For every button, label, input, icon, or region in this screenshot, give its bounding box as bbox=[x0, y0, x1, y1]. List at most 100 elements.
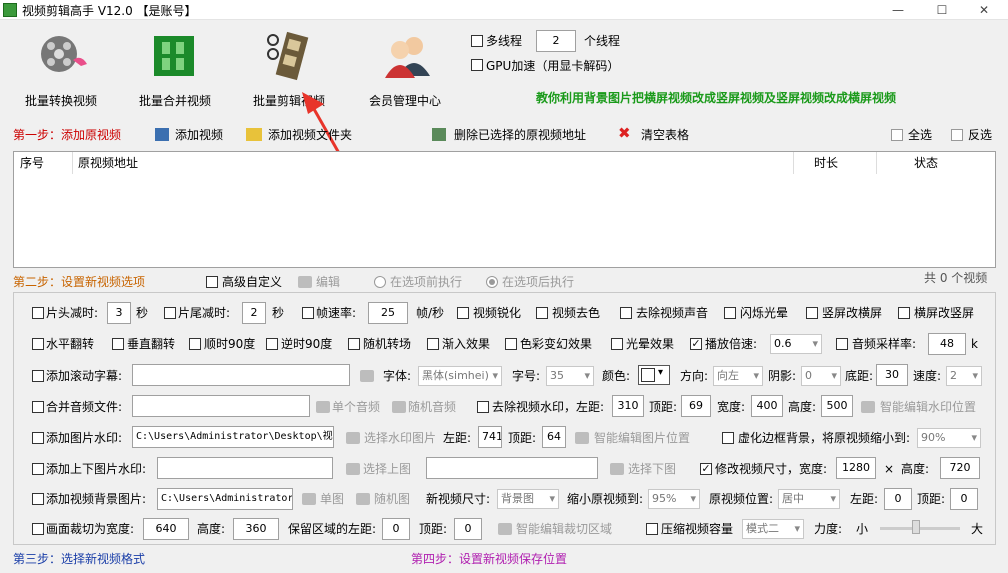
threads-input[interactable]: 2 bbox=[536, 30, 576, 52]
watermark-left-input[interactable]: 310 bbox=[612, 395, 644, 417]
sample-rate-input[interactable]: 48 bbox=[928, 333, 966, 355]
random-transition-checkbox[interactable] bbox=[348, 338, 360, 350]
scroll-text-input[interactable] bbox=[132, 364, 350, 386]
image-wm-left-input[interactable]: 741 bbox=[478, 426, 502, 448]
compress-checkbox[interactable] bbox=[646, 523, 658, 535]
crop-top-input[interactable]: 0 bbox=[454, 518, 482, 540]
fps-input[interactable]: 25 bbox=[368, 302, 408, 324]
bg-image-checkbox[interactable] bbox=[32, 493, 44, 505]
tail-cut-checkbox[interactable] bbox=[164, 307, 176, 319]
batch-convert-button[interactable]: 批量转换视频 bbox=[25, 30, 110, 110]
flash-checkbox[interactable] bbox=[724, 307, 736, 319]
bg-top-input[interactable]: 0 bbox=[950, 488, 978, 510]
add-folder-button[interactable]: 添加视频文件夹 bbox=[268, 128, 352, 142]
upper-image-input[interactable] bbox=[157, 457, 333, 479]
image-wm-top-input[interactable]: 64 bbox=[542, 426, 566, 448]
color-change-checkbox[interactable] bbox=[505, 338, 517, 350]
random-audio-button[interactable]: 随机音频 bbox=[408, 400, 456, 414]
crop-left-input[interactable]: 0 bbox=[382, 518, 410, 540]
advanced-checkbox[interactable] bbox=[206, 276, 218, 288]
image-watermark-checkbox[interactable] bbox=[32, 432, 44, 444]
halo-checkbox[interactable] bbox=[611, 338, 623, 350]
resize-width-input[interactable]: 1280 bbox=[836, 457, 876, 479]
v2h-checkbox[interactable] bbox=[806, 307, 818, 319]
add-video-button[interactable]: 添加视频 bbox=[175, 128, 223, 142]
bg-image-path[interactable]: C:\Users\Administrator bbox=[157, 488, 293, 510]
gpu-checkbox[interactable] bbox=[471, 59, 483, 71]
color-picker[interactable]: ▾ bbox=[638, 365, 670, 385]
tutorial-link[interactable]: 教你利用背景图片把横屏视频改成竖屏视频及竖屏视频改成横屏视频 bbox=[536, 91, 896, 105]
bottom-input[interactable]: 30 bbox=[876, 364, 908, 386]
resize-checkbox[interactable] bbox=[700, 463, 712, 475]
blur-bg-checkbox[interactable] bbox=[722, 432, 734, 444]
watermark-top-input[interactable]: 69 bbox=[681, 395, 711, 417]
single-audio-button[interactable]: 单个音频 bbox=[332, 400, 380, 414]
merge-audio-checkbox[interactable] bbox=[32, 401, 44, 413]
sample-rate-checkbox[interactable] bbox=[836, 338, 848, 350]
blur-bg-select[interactable]: 90% bbox=[917, 428, 981, 448]
watermark-height-input[interactable]: 500 bbox=[821, 395, 853, 417]
maximize-button[interactable]: ☐ bbox=[921, 0, 963, 20]
image-watermark-path[interactable]: C:\Users\Administrator\Desktop\视频 bbox=[132, 426, 334, 448]
watermark-width-input[interactable]: 400 bbox=[751, 395, 783, 417]
scroll-speed-select[interactable]: 2 bbox=[946, 366, 982, 386]
fade-in-checkbox[interactable] bbox=[427, 338, 439, 350]
crop-checkbox[interactable] bbox=[32, 523, 44, 535]
updown-watermark-checkbox[interactable] bbox=[32, 463, 44, 475]
sharpen-checkbox[interactable] bbox=[457, 307, 469, 319]
before-radio[interactable] bbox=[374, 276, 386, 288]
resize-height-input[interactable]: 720 bbox=[940, 457, 980, 479]
shrink-select[interactable]: 95% bbox=[648, 489, 700, 509]
multithread-checkbox[interactable] bbox=[471, 35, 483, 47]
delete-selected-button[interactable]: 删除已选择的原视频地址 bbox=[454, 128, 586, 142]
vflip-checkbox[interactable] bbox=[112, 338, 124, 350]
choose-upper-button[interactable]: 选择上图 bbox=[363, 462, 411, 476]
lower-image-input[interactable] bbox=[426, 457, 598, 479]
crop-width-input[interactable]: 640 bbox=[143, 518, 189, 540]
font-select[interactable]: 黑体(simhei) bbox=[418, 366, 502, 386]
scroll-text-edit-icon[interactable] bbox=[360, 370, 374, 382]
hflip-checkbox[interactable] bbox=[32, 338, 44, 350]
strength-slider-thumb[interactable] bbox=[912, 520, 920, 534]
cw90-checkbox[interactable] bbox=[189, 338, 201, 350]
after-radio[interactable] bbox=[486, 276, 498, 288]
merge-audio-input[interactable] bbox=[132, 395, 310, 417]
remove-watermark-checkbox[interactable] bbox=[477, 401, 489, 413]
clear-table-button[interactable]: 清空表格 bbox=[641, 128, 689, 142]
minimize-button[interactable]: — bbox=[877, 0, 919, 20]
select-all-button[interactable]: 全选 bbox=[908, 128, 932, 142]
edit-button[interactable]: 编辑 bbox=[316, 275, 340, 289]
decolor-checkbox[interactable] bbox=[536, 307, 548, 319]
smart-crop-button[interactable]: 智能编辑裁切区域 bbox=[516, 522, 612, 536]
choose-lower-button[interactable]: 选择下图 bbox=[628, 462, 676, 476]
invert-selection-button[interactable]: 反选 bbox=[968, 128, 992, 142]
new-size-select[interactable]: 背景图 bbox=[497, 489, 559, 509]
crop-height-input[interactable]: 360 bbox=[233, 518, 279, 540]
scroll-text-checkbox[interactable] bbox=[32, 370, 44, 382]
fps-checkbox[interactable] bbox=[302, 307, 314, 319]
random-image-button[interactable]: 随机图 bbox=[374, 492, 410, 506]
invert-icon bbox=[951, 129, 963, 141]
batch-merge-button[interactable]: 批量合并视频 bbox=[139, 30, 220, 110]
video-table[interactable]: 序号 原视频地址 时长 状态 bbox=[13, 151, 996, 268]
bg-left-input[interactable]: 0 bbox=[884, 488, 912, 510]
head-cut-checkbox[interactable] bbox=[32, 307, 44, 319]
direction-select[interactable]: 向左 bbox=[713, 366, 763, 386]
remove-audio-checkbox[interactable] bbox=[620, 307, 632, 319]
h2v-checkbox[interactable] bbox=[898, 307, 910, 319]
smart-watermark-button[interactable]: 智能编辑水印位置 bbox=[880, 400, 976, 414]
close-button[interactable]: ✕ bbox=[963, 0, 1005, 20]
strength-slider-track[interactable] bbox=[880, 527, 960, 530]
ccw90-checkbox[interactable] bbox=[266, 338, 278, 350]
shadow-select[interactable]: 0 bbox=[801, 366, 841, 386]
compress-mode-select[interactable]: 模式二 bbox=[742, 519, 804, 539]
single-image-button[interactable]: 单图 bbox=[320, 492, 344, 506]
choose-watermark-button[interactable]: 选择水印图片 bbox=[364, 431, 436, 445]
font-size-select[interactable]: 35 bbox=[546, 366, 594, 386]
position-select[interactable]: 居中 bbox=[778, 489, 840, 509]
speed-select[interactable]: 0.6 bbox=[770, 334, 822, 354]
smart-image-button[interactable]: 智能编辑图片位置 bbox=[594, 431, 690, 445]
speed-checkbox[interactable] bbox=[690, 338, 702, 350]
tail-cut-input[interactable]: 2 bbox=[242, 302, 266, 324]
head-cut-input[interactable]: 3 bbox=[107, 302, 131, 324]
